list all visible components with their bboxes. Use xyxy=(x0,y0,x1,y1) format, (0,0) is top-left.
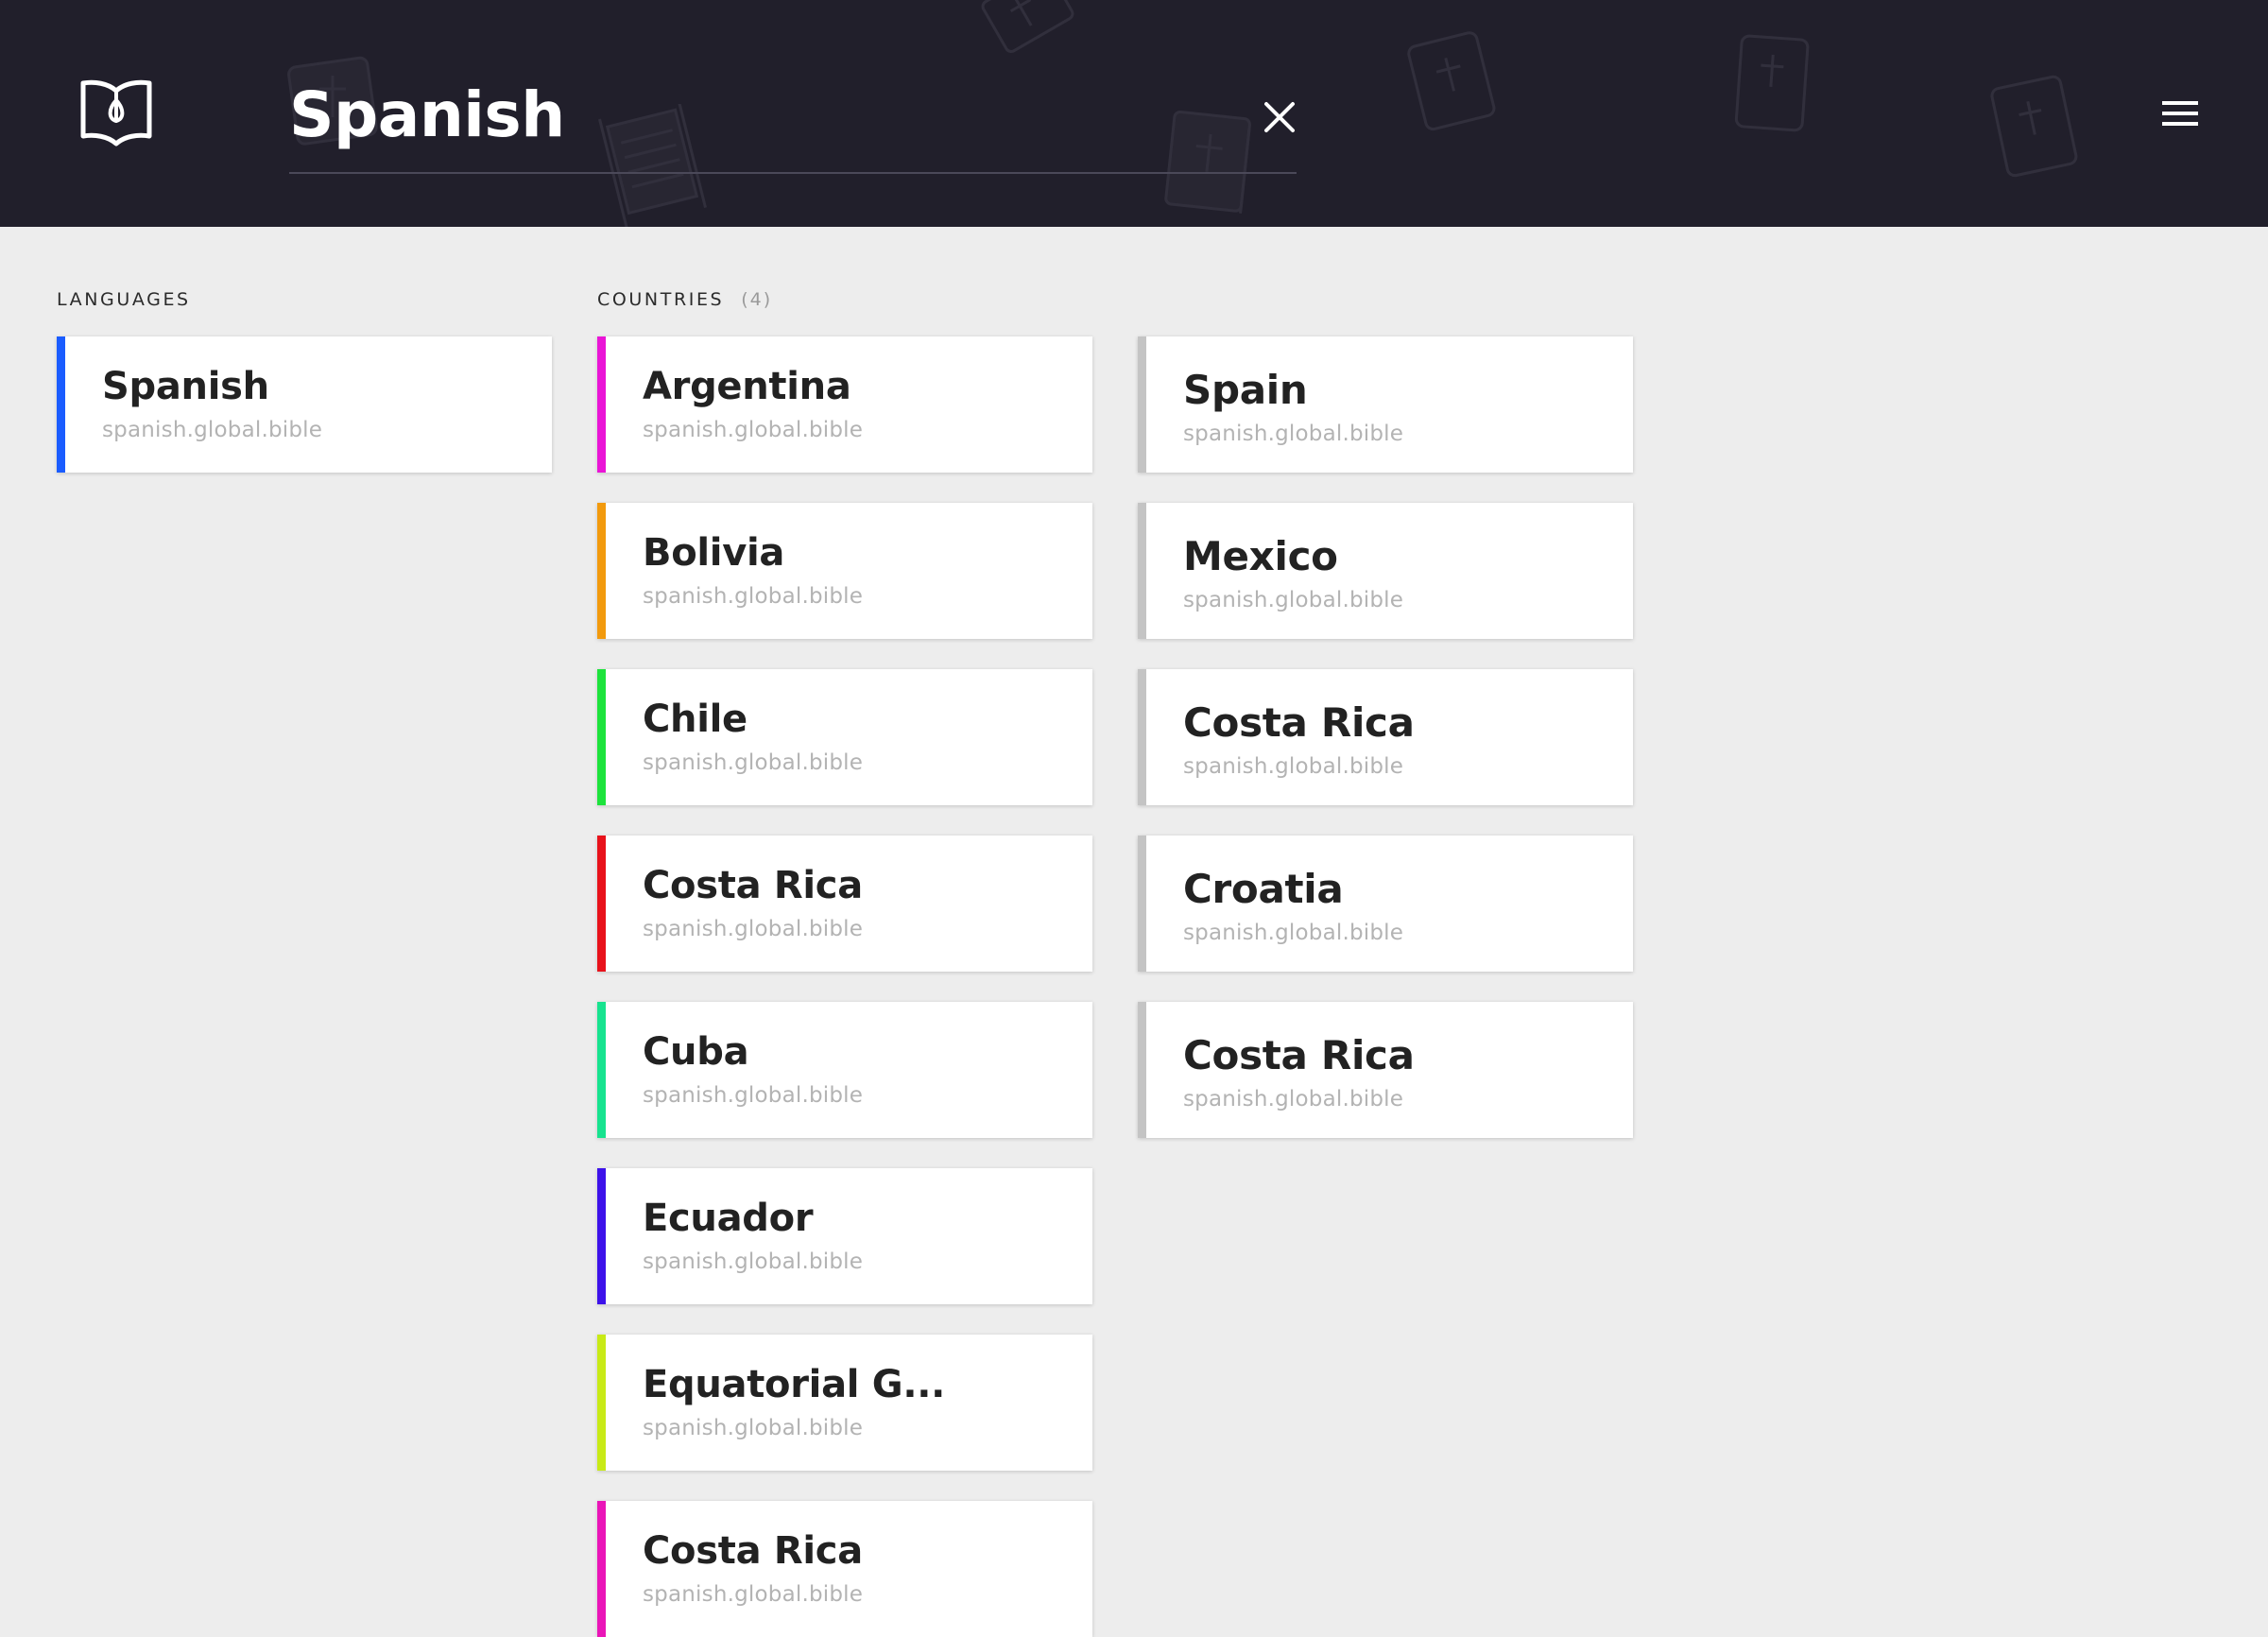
menu-button[interactable] xyxy=(2156,95,2204,132)
card-url: spanish.global.bible xyxy=(643,917,864,941)
card-title: Argentina xyxy=(643,365,851,408)
header xyxy=(0,0,2268,227)
bible-doodle-icon xyxy=(1990,75,2078,178)
card-title: Bolivia xyxy=(643,531,785,575)
card-title: Costa Rica xyxy=(1183,699,1415,746)
country-card[interactable]: Argentina spanish.global.bible xyxy=(597,336,1092,473)
country-card[interactable]: Equatorial G... spanish.global.bible xyxy=(597,1335,1092,1471)
close-icon xyxy=(1264,102,1295,132)
card-title: Ecuador xyxy=(643,1197,814,1240)
card-title: Cuba xyxy=(643,1030,749,1074)
card-url: spanish.global.bible xyxy=(643,418,864,442)
search-input[interactable] xyxy=(289,74,1196,155)
bible-doodle-icon xyxy=(981,0,1074,53)
card-url: spanish.global.bible xyxy=(1183,422,1404,446)
languages-heading: LANGUAGES xyxy=(57,289,191,310)
card-url: spanish.global.bible xyxy=(1183,1087,1404,1111)
card-title: Spanish xyxy=(102,365,269,408)
bible-doodle-icon xyxy=(1407,31,1496,131)
clear-search-button[interactable] xyxy=(1257,95,1302,140)
country-card[interactable]: Costa Rica spanish.global.bible xyxy=(597,1501,1092,1637)
country-card[interactable]: Costa Rica spanish.global.bible xyxy=(1138,669,1633,805)
card-url: spanish.global.bible xyxy=(1183,754,1404,779)
country-card[interactable]: Chile spanish.global.bible xyxy=(597,669,1092,805)
bible-doodle-icon xyxy=(1734,34,1810,132)
card-title: Equatorial G... xyxy=(643,1363,946,1406)
countries-heading: COUNTRIES (4) xyxy=(597,289,772,310)
countries-label: COUNTRIES xyxy=(597,289,725,310)
card-title: Costa Rica xyxy=(643,1529,863,1573)
country-card[interactable]: Croatia spanish.global.bible xyxy=(1138,836,1633,972)
country-card[interactable]: Bolivia spanish.global.bible xyxy=(597,503,1092,639)
card-url: spanish.global.bible xyxy=(1183,588,1404,612)
country-card[interactable]: Costa Rica spanish.global.bible xyxy=(1138,1002,1633,1138)
country-card[interactable]: Mexico spanish.global.bible xyxy=(1138,503,1633,639)
card-url: spanish.global.bible xyxy=(643,1083,864,1108)
language-card-spanish[interactable]: Spanish spanish.global.bible xyxy=(57,336,552,473)
country-card[interactable]: Ecuador spanish.global.bible xyxy=(597,1168,1092,1304)
card-url: spanish.global.bible xyxy=(643,1582,864,1607)
card-url: spanish.global.bible xyxy=(1183,921,1404,945)
card-title: Mexico xyxy=(1183,533,1338,579)
country-card[interactable]: Cuba spanish.global.bible xyxy=(597,1002,1092,1138)
open-book-logo-icon[interactable] xyxy=(79,78,153,147)
hamburger-menu-icon xyxy=(2162,101,2198,126)
card-title: Spain xyxy=(1183,367,1308,413)
country-card[interactable]: Spain spanish.global.bible xyxy=(1138,336,1633,473)
card-url: spanish.global.bible xyxy=(102,418,323,442)
card-url: spanish.global.bible xyxy=(643,1416,864,1440)
countries-count: (4) xyxy=(741,289,773,310)
card-title: Croatia xyxy=(1183,866,1344,912)
languages-label: LANGUAGES xyxy=(57,289,191,310)
search-bar xyxy=(289,66,1297,174)
card-url: spanish.global.bible xyxy=(643,750,864,775)
card-title: Chile xyxy=(643,698,747,741)
card-title: Costa Rica xyxy=(1183,1032,1415,1078)
country-card[interactable]: Costa Rica spanish.global.bible xyxy=(597,836,1092,972)
card-url: spanish.global.bible xyxy=(643,1249,864,1274)
card-title: Costa Rica xyxy=(643,864,863,907)
card-url: spanish.global.bible xyxy=(643,584,864,609)
